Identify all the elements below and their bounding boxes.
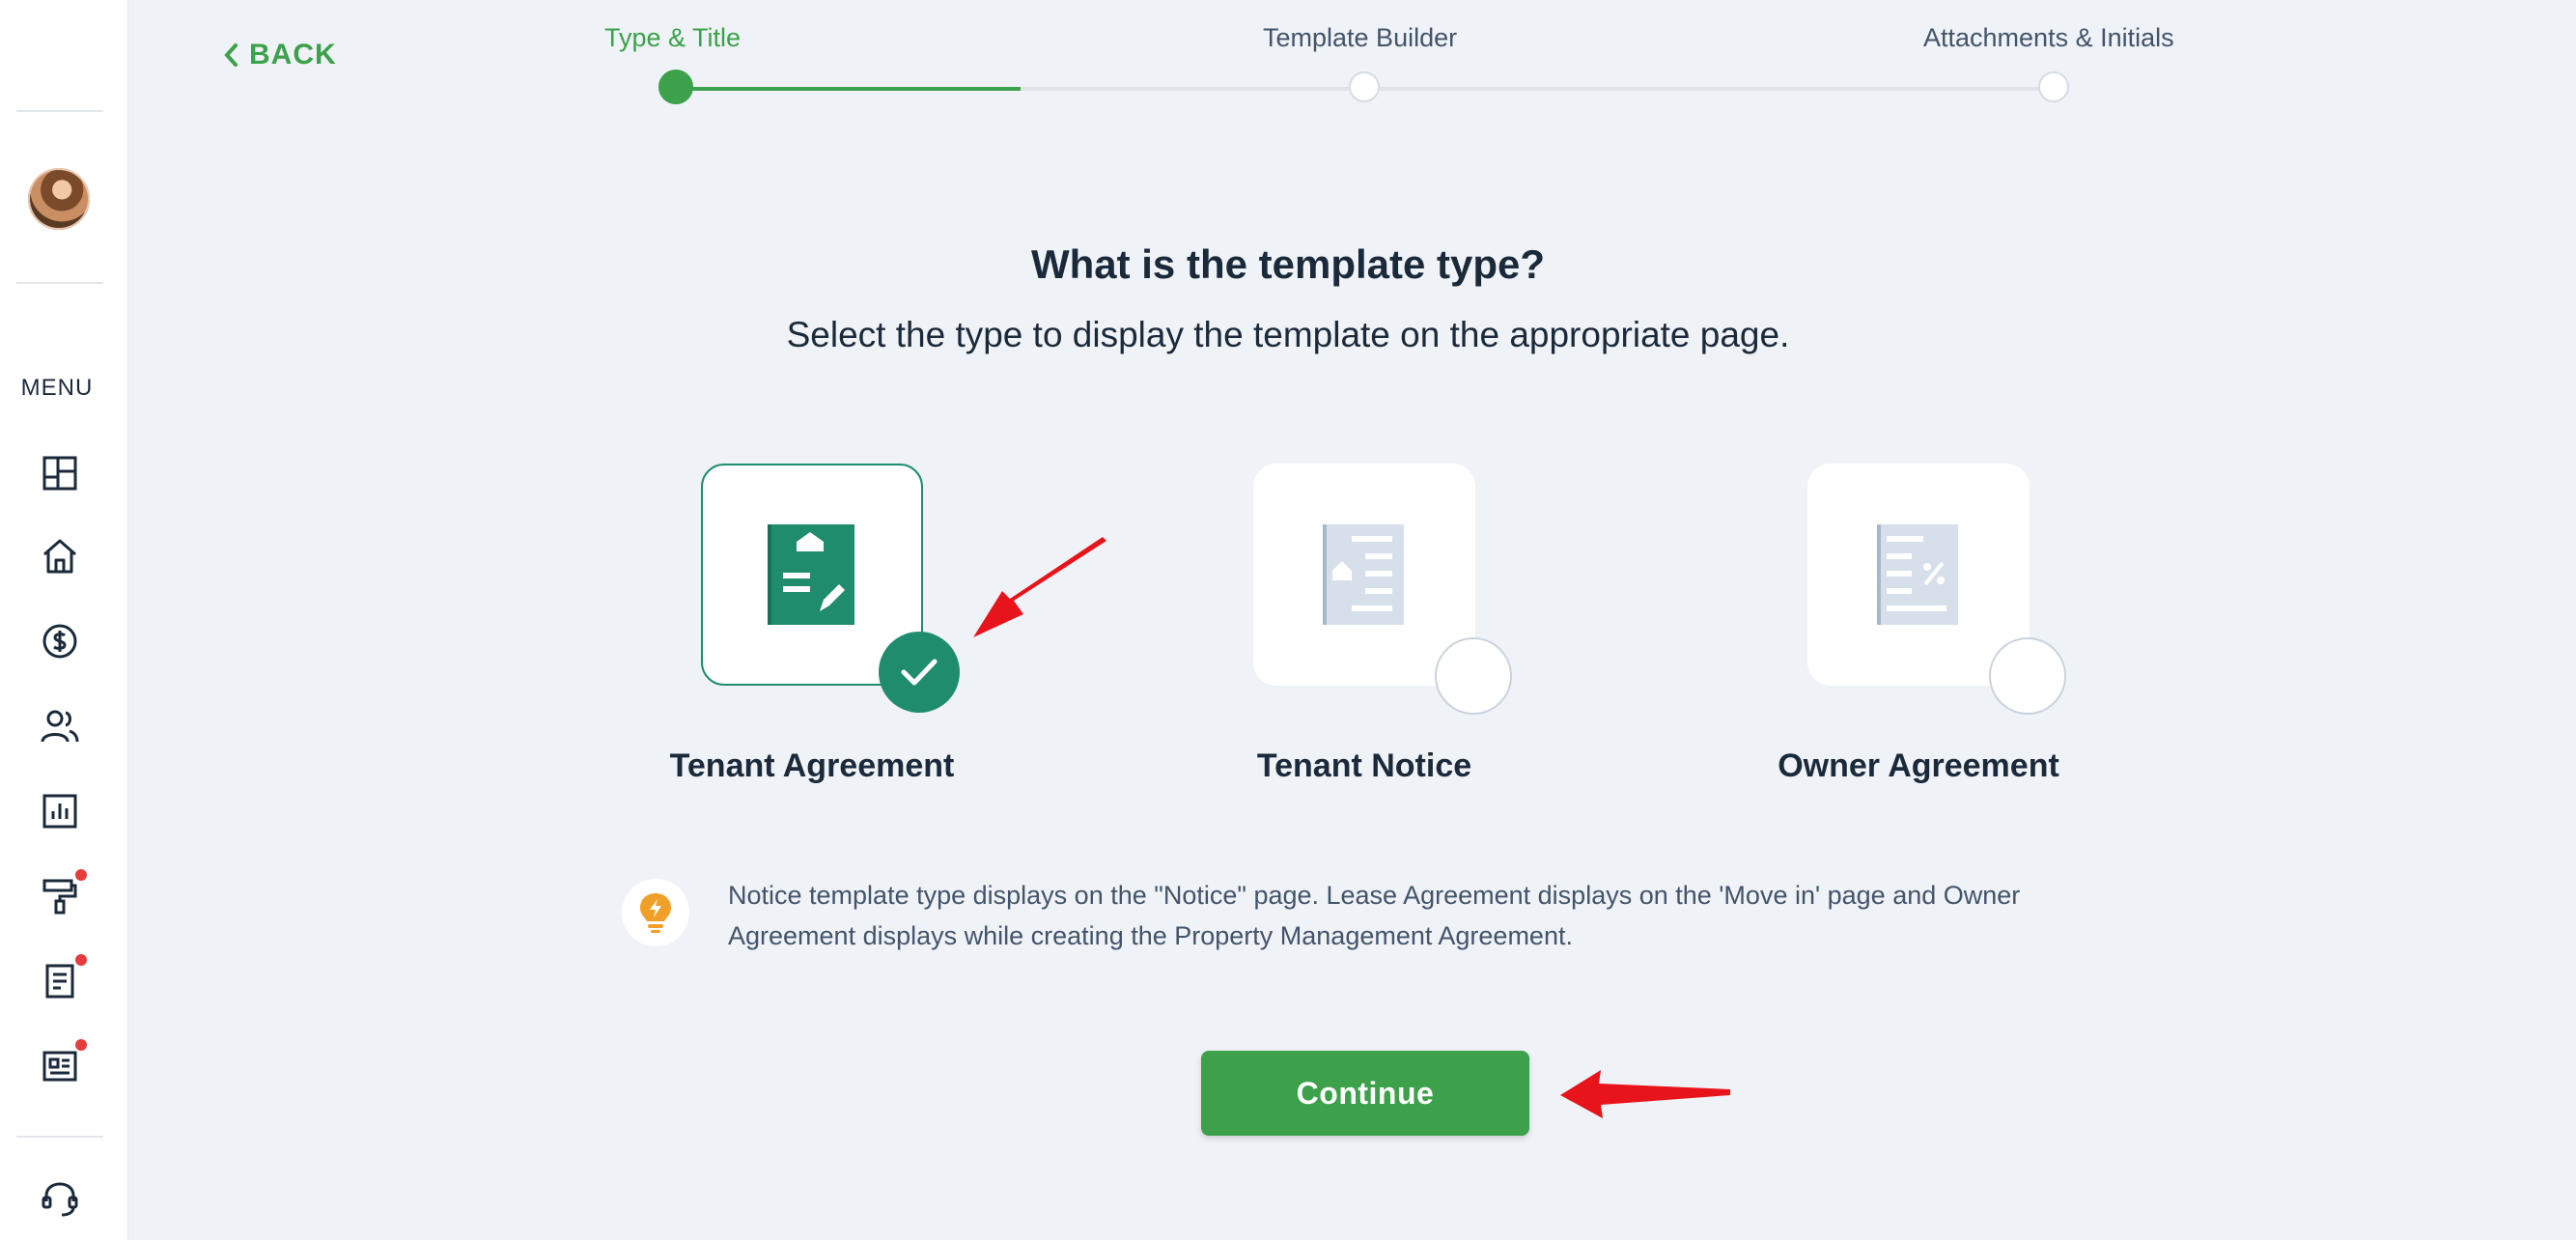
notification-badge (75, 869, 87, 881)
info-text: Notice template type displays on the "No… (728, 881, 2021, 950)
step-node-attachments[interactable] (2038, 71, 2069, 102)
reports-icon[interactable] (39, 790, 81, 832)
step-node-template-builder[interactable] (1349, 71, 1380, 102)
step-node-type-title[interactable] (658, 70, 693, 104)
page-subtitle: Select the type to display the template … (786, 315, 1790, 354)
owner-agreement-icon (1877, 524, 1958, 625)
step-attachments-initials[interactable]: Attachments & Initials (1923, 23, 2174, 53)
annotation-arrow-icon (1560, 1070, 1730, 1118)
tenant-notice-icon (1323, 524, 1404, 625)
notification-badge (75, 1039, 87, 1051)
document-icon[interactable] (39, 960, 81, 1002)
back-label: BACK (249, 39, 337, 70)
users-icon[interactable] (39, 705, 81, 747)
stepper-progress (676, 87, 1021, 91)
option-radio[interactable] (1989, 637, 2066, 715)
sidebar: MENU (0, 0, 128, 1240)
option-card-tenant-agreement[interactable] (701, 464, 960, 713)
option-label-tenant-notice: Tenant Notice (1256, 747, 1472, 784)
support-headset-icon[interactable] (39, 1176, 81, 1219)
option-label-tenant-agreement: Tenant Agreement (669, 747, 955, 784)
dashboard-icon[interactable] (39, 452, 81, 494)
chevron-left-icon (224, 43, 238, 67)
sidebar-divider (16, 1136, 103, 1138)
continue-button[interactable]: Continue (1201, 1051, 1529, 1136)
option-card-tenant-notice[interactable] (1253, 464, 1512, 715)
tenant-agreement-icon (768, 524, 854, 625)
step-template-builder[interactable]: Template Builder (1263, 23, 1457, 53)
avatar[interactable] (28, 168, 90, 230)
page-title: What is the template type? (1030, 241, 1546, 287)
news-icon[interactable] (39, 1045, 81, 1087)
dollar-icon[interactable] (39, 620, 81, 662)
sidebar-divider (16, 110, 103, 112)
option-radio[interactable] (1435, 637, 1512, 715)
selected-check-icon (879, 632, 960, 713)
notification-badge (75, 954, 87, 966)
option-card-owner-agreement[interactable] (1807, 464, 2066, 715)
paint-roller-icon[interactable] (39, 875, 81, 917)
step-type-title[interactable]: Type & Title (604, 23, 741, 53)
menu-label: MENU (20, 375, 94, 401)
home-icon[interactable] (39, 535, 81, 578)
annotation-arrow-icon (973, 537, 1106, 637)
back-button[interactable]: BACK (222, 39, 337, 71)
option-label-owner-agreement: Owner Agreement (1778, 747, 2059, 784)
lightbulb-icon (622, 879, 689, 946)
